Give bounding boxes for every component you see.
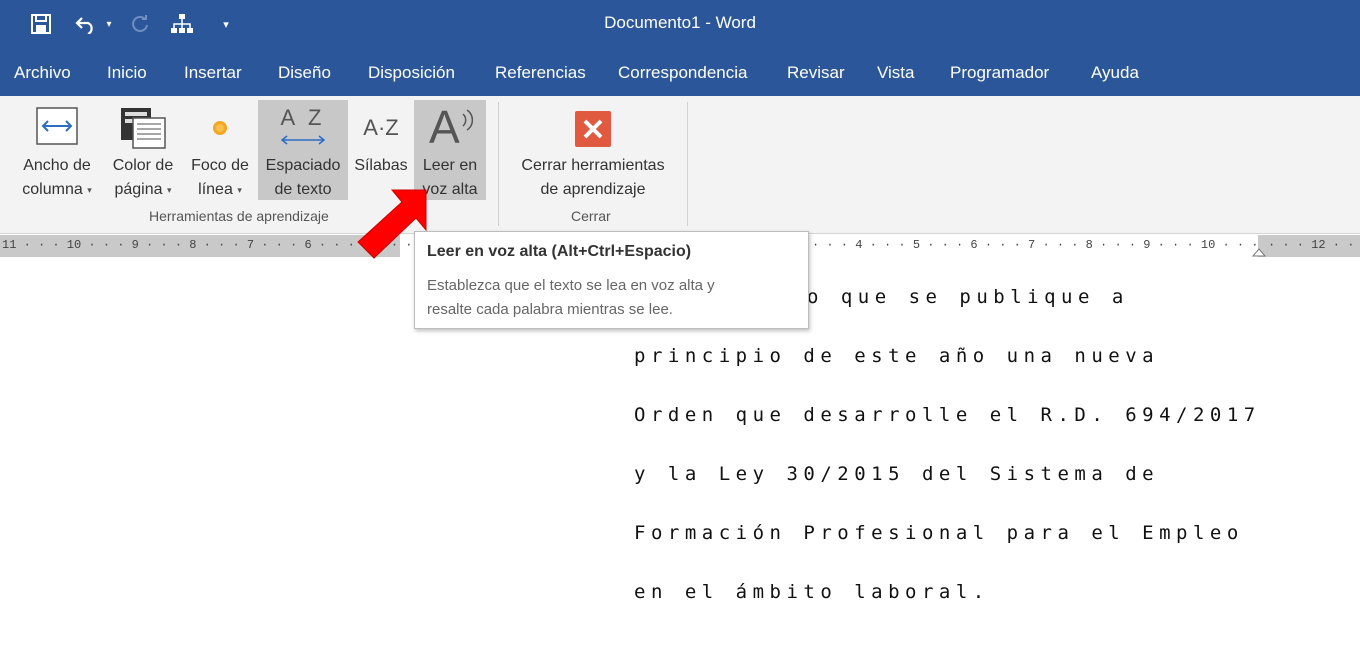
tab-ayuda[interactable]: Ayuda <box>1091 63 1139 83</box>
tab-correspondencia[interactable]: Correspondencia <box>618 63 747 83</box>
close-learning-tools-button[interactable]: Cerrar herramientas de aprendizaje <box>510 100 676 200</box>
doc-line: principio de este año una nueva <box>634 345 1160 367</box>
tab-revisar[interactable]: Revisar <box>787 63 845 83</box>
text-spacing-button[interactable]: A Z Espaciado de texto <box>258 100 348 200</box>
doc-line: Formación Profesional para el Empleo <box>634 522 1244 544</box>
tab-referencias[interactable]: Referencias <box>495 63 586 83</box>
syllables-label: Sílabas <box>354 157 408 174</box>
read-aloud-label-1: Leer en <box>422 157 478 174</box>
title-bar: ▾ ▾ Documento1 - Word <box>0 0 1360 48</box>
tab-disposicion[interactable]: Disposición <box>368 63 455 83</box>
line-focus-label-2: línea <box>198 181 233 199</box>
group-label-close: Cerrar <box>571 208 611 224</box>
tab-diseno[interactable]: Diseño <box>278 63 331 83</box>
read-aloud-tooltip: Leer en voz alta (Alt+Ctrl+Espacio) Esta… <box>414 231 809 329</box>
chevron-down-icon: ▾ <box>237 185 242 195</box>
text-spacing-icon: A Z <box>273 106 333 154</box>
doc-line: y la Ley 30/2015 del Sistema de <box>634 463 1160 485</box>
syllables-button[interactable]: A·Z Sílabas <box>350 100 412 200</box>
page-color-button[interactable]: Color de página ▾ <box>104 100 182 200</box>
group-label-learning-tools: Herramientas de aprendizaje <box>149 208 329 224</box>
group-separator <box>687 102 688 226</box>
ruler-far-right-marks: · · · 12 · · <box>1268 238 1355 252</box>
text-spacing-label-1: Espaciado <box>265 157 341 174</box>
ribbon: Ancho de columna ▾ Color de página ▾ Foc… <box>0 96 1360 234</box>
group-separator <box>498 102 499 226</box>
tab-insertar[interactable]: Insertar <box>184 63 242 83</box>
column-width-button[interactable]: Ancho de columna ▾ <box>12 100 102 200</box>
doc-line: Orden que desarrolle el R.D. 694/2017 <box>634 404 1261 426</box>
ruler-right-marks: · · · 4 · · · 5 · · · 6 · · · 7 · · · 8 … <box>812 238 1259 252</box>
column-width-label-1: Ancho de <box>23 157 91 174</box>
tab-archivo[interactable]: Archivo <box>14 63 71 83</box>
tab-vista[interactable]: Vista <box>877 63 915 83</box>
chevron-down-icon: ▾ <box>87 185 92 195</box>
doc-line: to que se publique a <box>790 286 1129 308</box>
line-focus-button[interactable]: Foco de línea ▾ <box>184 100 256 200</box>
read-aloud-icon: A <box>423 102 477 152</box>
close-learning-tools-label-2: de aprendizaje <box>540 181 646 198</box>
page-color-label-1: Color de <box>112 157 174 174</box>
close-learning-tools-icon <box>574 110 612 156</box>
column-width-label-2: columna <box>22 181 83 199</box>
tab-inicio[interactable]: Inicio <box>107 63 147 83</box>
tooltip-description: Establezca que el texto se lea en voz al… <box>427 274 787 322</box>
window-title: Documento1 - Word <box>604 13 756 32</box>
line-focus-label-1: Foco de <box>191 157 249 174</box>
doc-line: en el ámbito laboral. <box>634 581 990 603</box>
page-color-icon <box>119 106 167 158</box>
right-indent-marker[interactable] <box>1252 247 1266 257</box>
tooltip-description-line: resalte cada palabra mientras se lee. <box>427 301 673 318</box>
ribbon-tabs: Archivo Inicio Insertar Diseño Disposici… <box>0 48 1360 96</box>
chevron-down-icon: ▾ <box>166 185 172 195</box>
syllables-icon: A·Z <box>363 115 399 140</box>
page-color-label-2: página <box>114 181 163 199</box>
tab-programador[interactable]: Programador <box>950 63 1049 83</box>
read-aloud-button[interactable]: A Leer en voz alta <box>414 100 486 200</box>
red-arrow-annotation <box>357 189 427 259</box>
column-width-icon <box>35 106 79 154</box>
text-spacing-label-2: de texto <box>274 181 332 198</box>
close-learning-tools-label-1: Cerrar herramientas <box>521 157 665 174</box>
tooltip-title: Leer en voz alta (Alt+Ctrl+Espacio) <box>427 243 692 260</box>
tooltip-description-line: Establezca que el texto se lea en voz al… <box>427 277 715 294</box>
line-focus-icon <box>210 118 230 146</box>
